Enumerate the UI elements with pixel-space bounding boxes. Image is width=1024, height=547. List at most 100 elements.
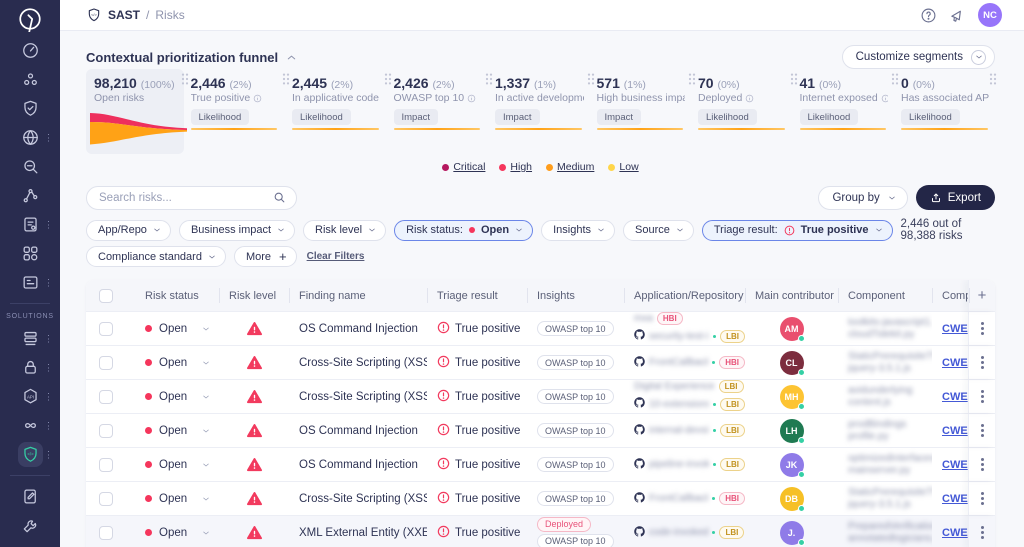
contributor-avatar[interactable]: AM (780, 317, 804, 341)
risk-status-cell[interactable]: Open (135, 312, 219, 345)
drag-handle-icon[interactable] (384, 73, 392, 85)
finding-name-cell[interactable]: OS Command Injection (289, 414, 427, 447)
cwe-link[interactable]: CWE (942, 527, 968, 539)
sidebar-item-lock[interactable]: ⋮ (0, 353, 60, 382)
drag-handle-icon[interactable] (891, 73, 899, 85)
finding-name-cell[interactable]: Cross-Site Scripting (XSS) DO... (289, 346, 427, 379)
add-column-button[interactable]: + (968, 280, 995, 311)
table-row[interactable]: Open Cross-Site Scripting (XSS) DO... Tr… (86, 345, 995, 379)
drag-handle-icon[interactable] (688, 73, 696, 85)
legend-item-critical[interactable]: Critical (442, 161, 485, 173)
contributor-avatar[interactable]: DB (780, 487, 804, 511)
column-header[interactable]: Triage result (427, 280, 527, 311)
filter-chip[interactable]: Compliance standard (86, 246, 226, 267)
sidebar-item-shield-check[interactable] (0, 94, 60, 123)
contributor-avatar[interactable]: JK (780, 453, 804, 477)
app-repo-line[interactable]: code-invoked LBI (634, 524, 744, 542)
app-repo-line[interactable]: 10-extensions LBI (634, 395, 745, 413)
sidebar-item-dashboard[interactable] (0, 36, 60, 65)
funnel-segment-8[interactable]: 0 (0%) Has associated APIs Likelihood (898, 69, 1000, 154)
drag-handle-icon[interactable] (282, 73, 290, 85)
table-row[interactable]: Open OS Command Injection True positive … (86, 447, 995, 481)
app-repo-line[interactable]: Digital Experience LBI (634, 380, 744, 393)
cwe-link[interactable]: CWE (942, 425, 968, 437)
risk-status-cell[interactable]: Open (135, 482, 219, 515)
clear-filters-link[interactable]: Clear Filters (307, 251, 365, 262)
funnel-segment-6[interactable]: 70 (0%) Deployed Likelihood (695, 69, 797, 154)
kebab-menu-icon[interactable] (981, 492, 984, 505)
finding-name-cell[interactable]: Cross-Site Scripting (XSS) DO... (289, 482, 427, 515)
sidebar-item-inventory-card[interactable]: ⋮ (0, 268, 60, 297)
app-repo-line[interactable]: pipeline-invoked LBI (634, 456, 745, 474)
kebab-menu-icon[interactable]: ⋮ (44, 363, 53, 372)
kebab-menu-icon[interactable] (981, 458, 984, 471)
risk-status-cell[interactable]: Open (135, 448, 219, 481)
help-icon[interactable] (920, 7, 937, 24)
contributor-avatar[interactable]: LH (780, 419, 804, 443)
kebab-menu-icon[interactable]: ⋮ (44, 334, 53, 343)
column-header[interactable]: Risk status (135, 280, 219, 311)
sidebar-item-contributors[interactable] (0, 65, 60, 94)
cwe-link[interactable]: CWE (942, 323, 968, 335)
announcements-icon[interactable] (949, 7, 966, 24)
filter-chip[interactable]: Insights (541, 220, 615, 241)
row-checkbox[interactable] (99, 526, 113, 540)
column-header[interactable]: Comp (932, 280, 968, 311)
kebab-menu-icon[interactable] (981, 526, 984, 539)
app-repo-line[interactable]: FrontCallback HBI (634, 354, 745, 372)
table-row[interactable]: Open OS Command Injection True positive … (86, 311, 995, 345)
cwe-link[interactable]: CWE (942, 459, 968, 471)
risk-status-cell[interactable]: Open (135, 380, 219, 413)
risk-status-cell[interactable]: Open (135, 346, 219, 379)
row-checkbox[interactable] (99, 356, 113, 370)
kebab-menu-icon[interactable]: ⋮ (44, 450, 53, 459)
legend-item-high[interactable]: High (499, 161, 532, 173)
filter-chip[interactable]: Business impact (179, 220, 295, 241)
group-by-button[interactable]: Group by (818, 186, 907, 210)
app-repo-line[interactable]: FrontCallback HBI (634, 490, 745, 508)
app-repo-line[interactable]: security-test-im LBI (634, 327, 745, 345)
export-button[interactable]: Export (916, 185, 995, 210)
kebab-menu-icon[interactable]: ⋮ (44, 133, 53, 142)
column-header[interactable]: Finding name (289, 280, 427, 311)
table-row[interactable]: Open OS Command Injection True positive … (86, 413, 995, 447)
sidebar-item-apps-grid[interactable] (0, 239, 60, 268)
risk-status-cell[interactable]: Open (135, 414, 219, 447)
select-all-checkbox[interactable] (99, 289, 113, 303)
column-header[interactable]: Component (838, 280, 932, 311)
contributor-avatar[interactable]: J. (780, 521, 804, 545)
finding-name-cell[interactable]: OS Command Injection (289, 448, 427, 481)
finding-name-cell[interactable]: XML External Entity (XXE) (289, 516, 427, 547)
risk-status-cell[interactable]: Open (135, 516, 219, 547)
legend-item-low[interactable]: Low (608, 161, 638, 173)
sidebar-item-globe[interactable]: ⋮ (0, 123, 60, 152)
app-repo-line[interactable]: internal-devsite LBI (634, 422, 745, 440)
breadcrumb-product[interactable]: SAST (108, 8, 140, 22)
kebab-menu-icon[interactable] (981, 390, 984, 403)
sidebar-item-layers[interactable]: ⋮ (0, 324, 60, 353)
funnel-segment-1[interactable]: 2,446 (2%) True positive Likelihood (188, 69, 290, 154)
filter-chip[interactable]: Triage result: True positive (702, 220, 893, 241)
sidebar-item-notes[interactable] (0, 482, 60, 511)
funnel-segment-3[interactable]: 2,426 (2%) OWASP top 10 Impact (391, 69, 493, 154)
kebab-menu-icon[interactable]: ⋮ (44, 278, 53, 287)
funnel-segment-4[interactable]: 1,337 (1%) In active development Impact (492, 69, 594, 154)
customize-segments-button[interactable]: Customize segments (842, 45, 995, 69)
column-header[interactable]: Application/Repository (624, 280, 745, 311)
column-header[interactable]: Main contributor (745, 280, 838, 311)
row-checkbox[interactable] (99, 492, 113, 506)
kebab-menu-icon[interactable] (981, 356, 984, 369)
sidebar-item-infinity[interactable]: ⋮ (0, 411, 60, 440)
cwe-link[interactable]: CWE (942, 493, 968, 505)
column-header[interactable]: Insights (527, 280, 624, 311)
row-checkbox[interactable] (99, 458, 113, 472)
drag-handle-icon[interactable] (790, 73, 798, 85)
cwe-link[interactable]: CWE (942, 357, 968, 369)
sidebar-item-scan-search[interactable] (0, 152, 60, 181)
drag-handle-icon[interactable] (485, 73, 493, 85)
row-checkbox[interactable] (99, 390, 113, 404)
funnel-segment-0[interactable]: 98,210 (100%) Open risks (86, 69, 184, 154)
filter-chip[interactable]: More + (234, 246, 297, 267)
drag-handle-icon[interactable] (587, 73, 595, 85)
collapse-funnel-icon[interactable] (286, 52, 297, 63)
